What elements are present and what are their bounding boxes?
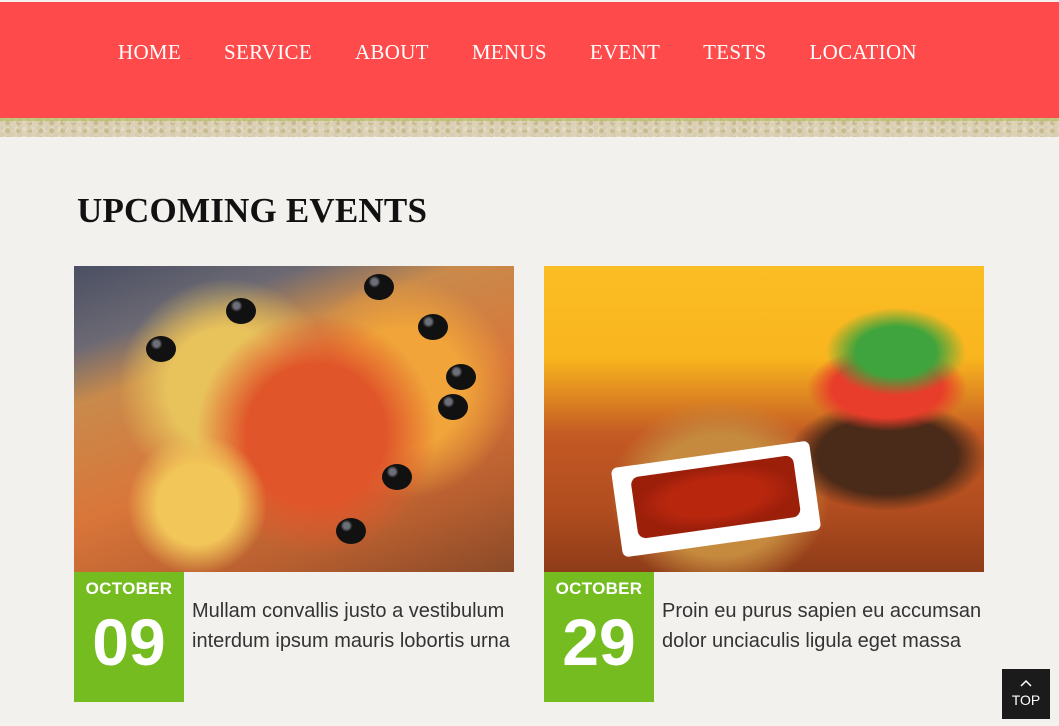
nav-item-tests[interactable]: TESTS <box>703 40 766 65</box>
olive-shape <box>364 274 394 300</box>
date-month: OCTOBER <box>85 579 173 598</box>
olive-shape <box>418 314 448 340</box>
decorative-grain-strip <box>0 118 1059 137</box>
olive-shape <box>446 364 476 390</box>
event-description: Proin eu purus sapien eu accumsan dolor … <box>662 600 982 652</box>
date-day: 29 <box>562 605 636 679</box>
section-title: UPCOMING EVENTS <box>77 191 428 230</box>
date-badge: OCTOBER 09 <box>74 572 184 702</box>
date-month: OCTOBER <box>555 579 643 598</box>
nav-menu: HOME SERVICE ABOUT MENUS EVENT TESTS LOC… <box>118 40 917 65</box>
navbar: HOME SERVICE ABOUT MENUS EVENT TESTS LOC… <box>0 2 1059 118</box>
date-day: 09 <box>92 605 166 679</box>
nav-item-about[interactable]: ABOUT <box>355 40 429 65</box>
olive-shape <box>438 394 468 420</box>
nav-item-service[interactable]: SERVICE <box>224 40 312 65</box>
top-label: TOP <box>1011 692 1041 708</box>
olive-shape <box>226 298 256 324</box>
nav-item-home[interactable]: HOME <box>118 40 181 65</box>
olive-shape <box>146 336 176 362</box>
scroll-to-top-button[interactable]: TOP <box>1002 669 1050 719</box>
nav-item-location[interactable]: LOCATION <box>810 40 917 65</box>
event-card: OCTOBER 29 Proin eu purus sapien eu accu… <box>544 266 984 702</box>
event-card: OCTOBER 09 Mullam convallis justo a vest… <box>74 266 514 702</box>
event-description: Mullam convallis justo a vestibulum inte… <box>192 600 510 652</box>
date-badge: OCTOBER 29 <box>544 572 654 702</box>
nav-item-event[interactable]: EVENT <box>590 40 660 65</box>
chevron-up-icon <box>1002 677 1050 689</box>
olive-shape <box>382 464 412 490</box>
nav-item-menus[interactable]: MENUS <box>472 40 547 65</box>
burger-image[interactable] <box>544 266 984 572</box>
olive-shape <box>336 518 366 544</box>
dipping-sauce-shape <box>610 440 822 558</box>
pizza-image[interactable] <box>74 266 514 572</box>
